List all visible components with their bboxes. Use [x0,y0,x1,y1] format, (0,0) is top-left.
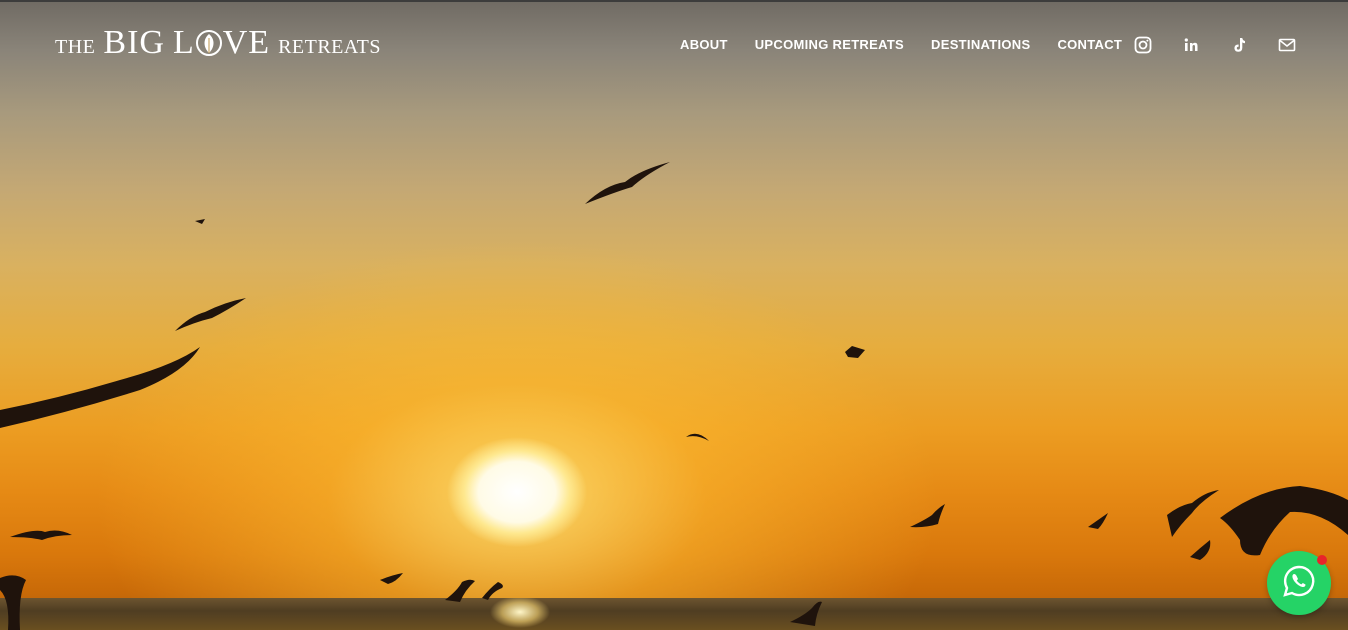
bird [910,504,945,528]
bird [10,530,72,540]
leaf-icon [195,28,223,56]
birds-silhouettes [0,162,1348,630]
bird [1088,513,1108,529]
brand-logo[interactable]: THE BIG L VE RETREATS [55,24,381,62]
logo-text-love-ve: VE [222,24,271,61]
logo-text-love-l: L [172,24,195,61]
logo-text-the: THE [55,36,96,58]
bird [175,298,246,331]
whatsapp-chat-button[interactable] [1267,551,1331,615]
bird [845,346,865,358]
bird [0,575,26,630]
nav-contact[interactable]: CONTACT [1057,37,1122,52]
bird [686,433,709,441]
site-header: THE BIG L VE RETREATS ABOUT UPCOMING RET… [0,0,1348,90]
bird [0,347,200,428]
tiktok-icon[interactable] [1230,36,1250,54]
bird [1220,486,1348,556]
social-links [1134,36,1298,54]
logo-text-love: L VE [173,24,270,62]
bird [585,162,670,204]
bird [380,573,403,584]
notification-dot [1317,555,1327,565]
nav-about[interactable]: ABOUT [680,37,728,52]
mail-icon[interactable] [1278,36,1298,54]
whatsapp-icon [1282,564,1316,603]
nav-upcoming-retreats[interactable]: UPCOMING RETREATS [755,37,904,52]
logo-text-retreats: RETREATS [278,36,381,58]
bird [195,219,205,224]
bird [445,579,475,602]
instagram-icon[interactable] [1134,36,1154,54]
bird [1190,540,1211,560]
main-nav: ABOUT UPCOMING RETREATS DESTINATIONS CON… [680,37,1149,52]
nav-destinations[interactable]: DESTINATIONS [931,37,1030,52]
linkedin-icon[interactable] [1182,36,1202,54]
bird [482,582,503,600]
bird [790,601,822,626]
bird [1167,490,1219,537]
logo-text-big: BIG [103,24,165,61]
